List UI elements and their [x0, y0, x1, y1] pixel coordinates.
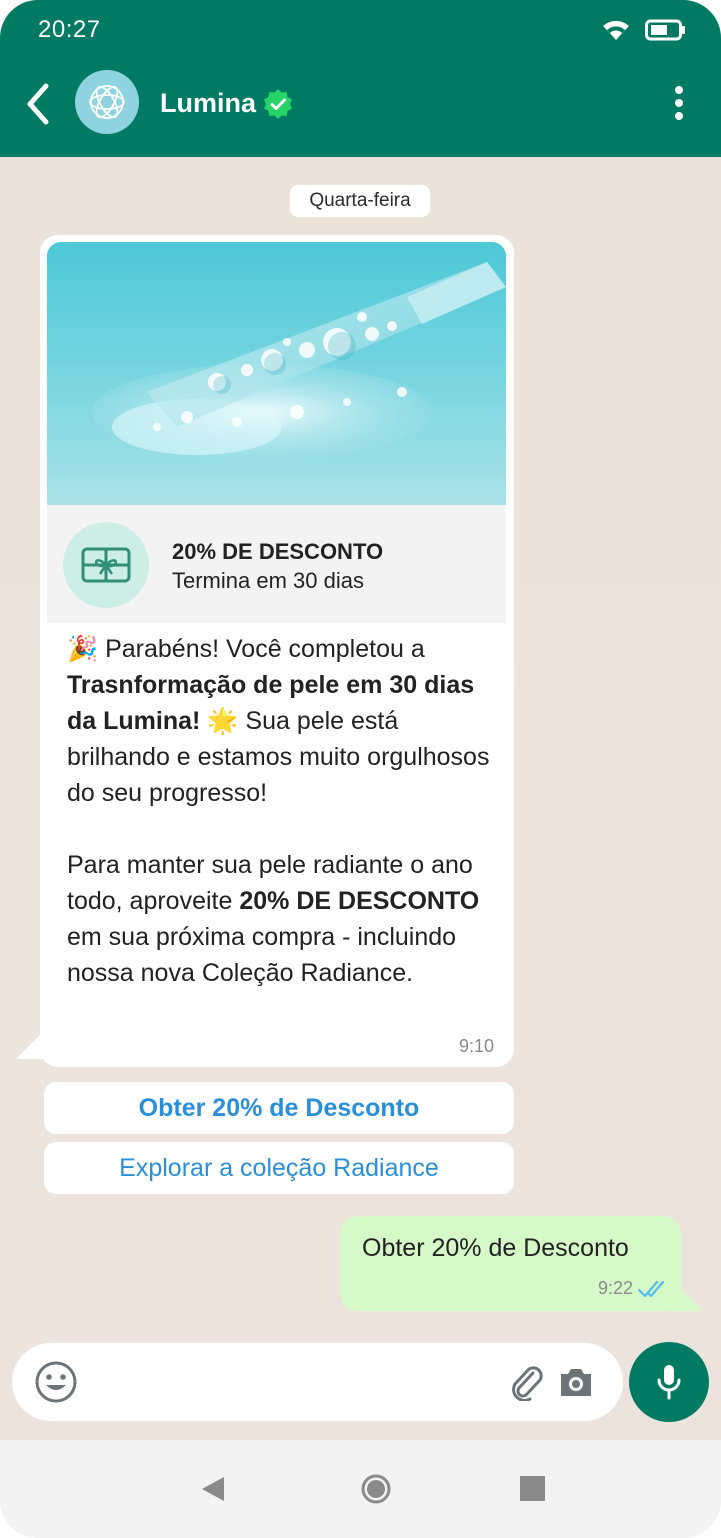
chat-header: 20:27 Lumina	[0, 0, 721, 157]
microphone-icon	[657, 1365, 681, 1400]
chat-area[interactable]: Quarta-feira 20% DE DESCONTO Termina em …	[0, 157, 721, 1440]
serum-dropper-illustration	[47, 242, 506, 505]
phone-screen: 20:27 Lumina Quarta-feira 20% DE DESCONT…	[0, 0, 721, 1538]
paperclip-icon[interactable]	[509, 1363, 545, 1401]
message-body: 🎉 Parabéns! Você completou a Trasnformaç…	[67, 631, 497, 991]
party-emoji: 🎉	[67, 635, 99, 663]
explore-collection-button[interactable]: Explorar a coleção Radiance	[44, 1142, 514, 1194]
nav-back-icon[interactable]	[200, 1475, 226, 1503]
outgoing-text: Obter 20% de Desconto	[362, 1234, 629, 1262]
star-emoji: 🌟	[207, 707, 239, 735]
message-para2-bold: 20% DE DESCONTO	[239, 887, 480, 915]
offer-subtitle: Termina em 30 dias	[172, 568, 364, 593]
contact-avatar[interactable]	[75, 70, 139, 134]
nav-home-icon[interactable]	[360, 1473, 392, 1505]
outgoing-timestamp: 9:22	[597, 1278, 633, 1298]
offer-title: 20% DE DESCONTO	[172, 539, 384, 564]
offer-banner[interactable]: 20% DE DESCONTO Termina em 30 dias	[47, 505, 506, 623]
message-intro: Parabéns! Você completou a	[105, 635, 425, 663]
battery-icon	[645, 19, 685, 41]
outgoing-meta: 9:22	[598, 1278, 671, 1299]
atom-logo-icon	[89, 85, 125, 119]
nav-recents-icon[interactable]	[520, 1476, 545, 1501]
system-nav-bar	[0, 1440, 721, 1538]
status-icons	[601, 18, 687, 42]
message-input[interactable]	[98, 1359, 498, 1405]
offer-icon-circle	[63, 522, 149, 608]
voice-message-button[interactable]	[629, 1342, 709, 1422]
status-time: 20:27	[38, 16, 101, 43]
message-paragraph-2: Para manter sua pele radiante o ano todo…	[67, 847, 497, 991]
date-separator: Quarta-feira	[290, 185, 430, 217]
kebab-menu-button[interactable]	[667, 86, 691, 120]
message-input-bar	[12, 1343, 623, 1421]
verified-badge-icon	[264, 89, 292, 119]
camera-icon[interactable]	[558, 1365, 594, 1399]
back-button[interactable]	[18, 82, 58, 126]
serum-dropper-image[interactable]	[47, 242, 506, 505]
message-paragraph-1: 🎉 Parabéns! Você completou a Trasnformaç…	[67, 631, 497, 811]
bubble-tail	[16, 1017, 58, 1059]
emoji-smiley-icon[interactable]	[34, 1360, 78, 1404]
contact-name[interactable]: Lumina	[160, 88, 256, 119]
bubble-tail	[669, 1277, 703, 1311]
message-para2-end: em sua próxima compra - incluindo nossa …	[67, 923, 457, 987]
wifi-icon	[603, 20, 629, 40]
gift-card-icon	[81, 547, 131, 583]
incoming-message-card[interactable]: 20% DE DESCONTO Termina em 30 dias 🎉 Par…	[16, 235, 514, 1067]
outgoing-message[interactable]: Obter 20% de Desconto 9:22	[340, 1216, 703, 1311]
double-check-read-icon	[637, 1280, 665, 1297]
message-timestamp: 9:10	[458, 1036, 494, 1056]
get-discount-button[interactable]: Obter 20% de Desconto	[44, 1082, 514, 1134]
